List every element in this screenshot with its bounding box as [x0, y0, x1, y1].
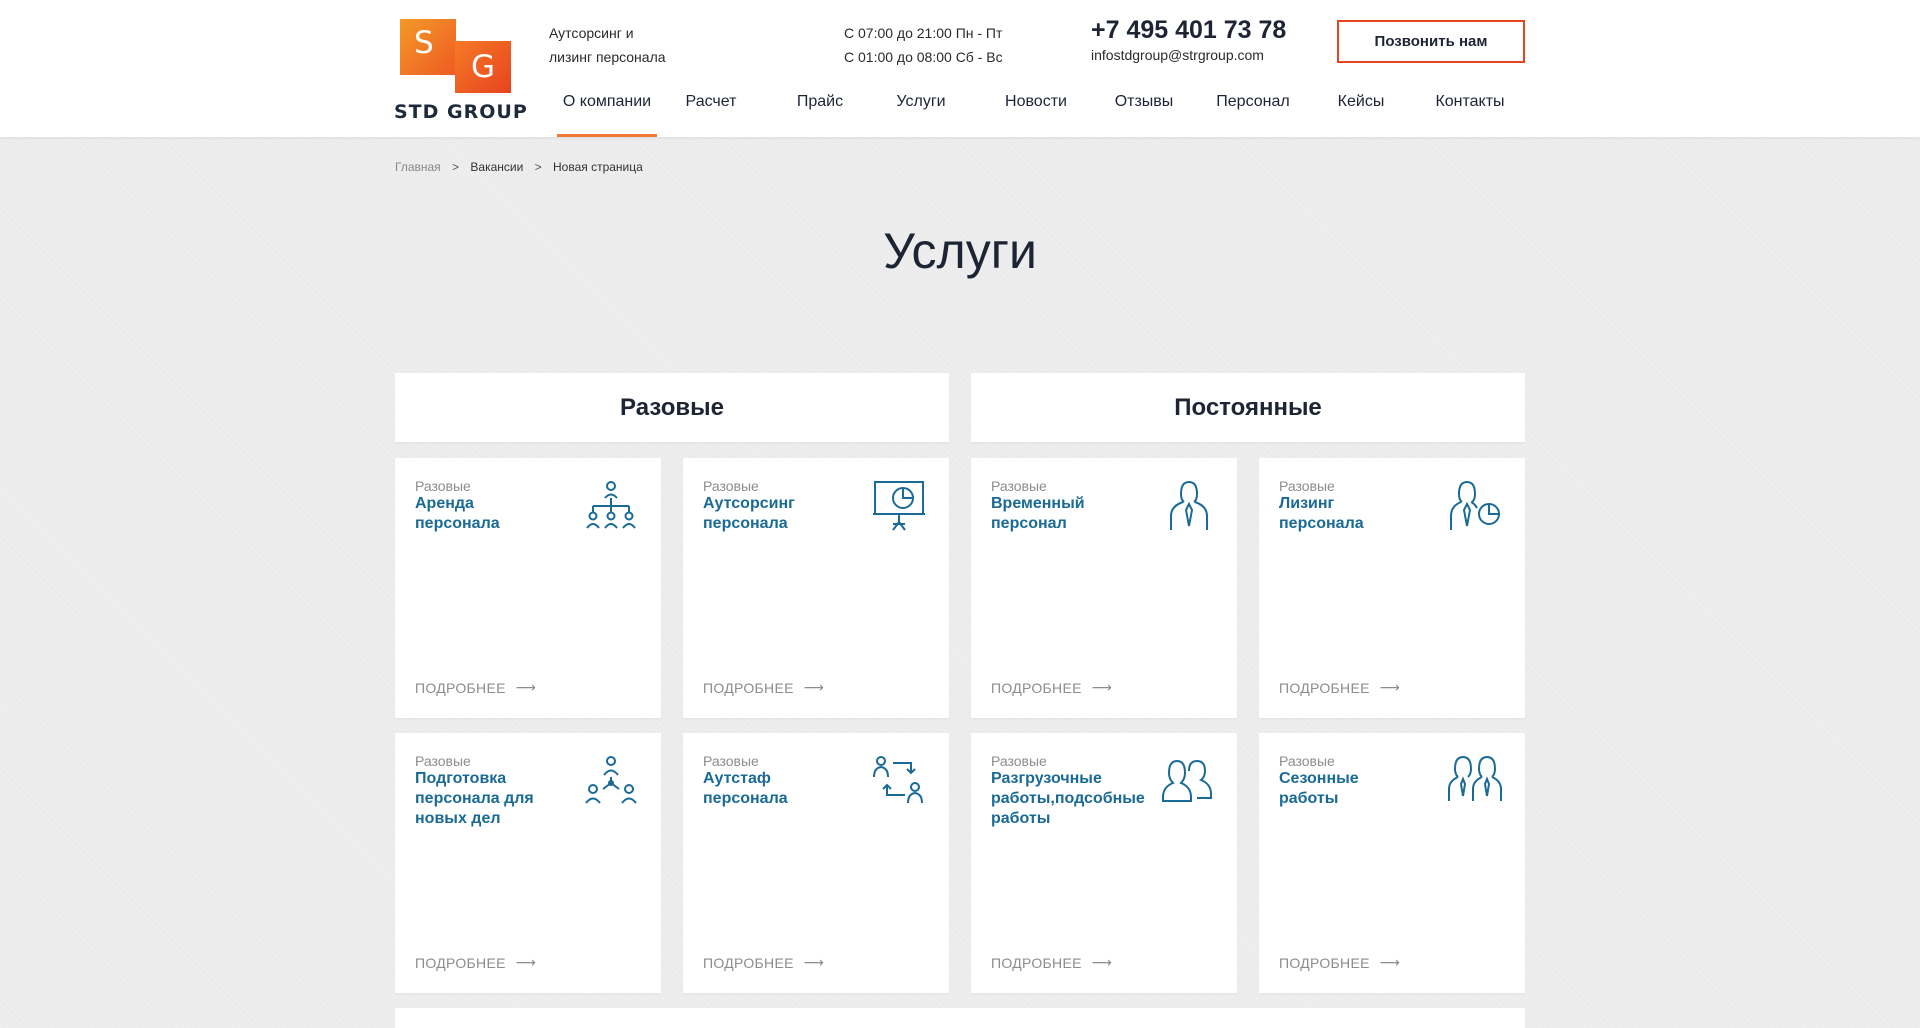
nav-item-calculation[interactable]: Расчет: [670, 86, 752, 137]
nav-item-news[interactable]: Новости: [996, 86, 1076, 137]
breadcrumb-separator: >: [452, 160, 460, 174]
card-title[interactable]: Разгрузочные работы,подсобные работы: [991, 769, 1161, 829]
card-title[interactable]: Аутстаф персонала: [703, 769, 843, 809]
service-card-rent[interactable]: Разовые Аренда персонала ПОДРОБНЕЕ ⟶: [395, 458, 661, 718]
two-people-icon: [1162, 759, 1212, 802]
card-category: Разовые: [703, 478, 759, 494]
card-category: Разовые: [1279, 478, 1335, 494]
card-title[interactable]: Сезонные работы: [1279, 769, 1419, 809]
breadcrumb: Главная > Вакансии > Новая страница: [395, 160, 643, 174]
nav-item-price[interactable]: Прайс: [779, 86, 861, 137]
nav-item-personnel[interactable]: Персонал: [1210, 86, 1296, 137]
nav-item-contacts[interactable]: Контакты: [1426, 86, 1514, 137]
arrow-right-icon: ⟶: [1091, 679, 1113, 695]
site-header: S G STD GROUP Аутсорсинг и лизинг персон…: [0, 0, 1920, 137]
card-title[interactable]: Временный персонал: [991, 494, 1131, 534]
service-card-training[interactable]: Разовые Подготовка персонала для новых д…: [395, 733, 661, 993]
more-link[interactable]: ПОДРОБНЕЕ ⟶: [703, 679, 824, 696]
arrow-right-icon: ⟶: [1091, 954, 1113, 970]
more-link[interactable]: ПОДРОБНЕЕ ⟶: [415, 954, 536, 971]
breadcrumb-vacancies[interactable]: Вакансии: [470, 160, 523, 174]
nav-item-cases[interactable]: Кейсы: [1322, 86, 1400, 137]
email-address[interactable]: infostdgroup@strgroup.com: [1091, 47, 1264, 63]
service-card-leasing[interactable]: Разовые Лизинг персонала ПОДРОБНЕЕ ⟶: [1259, 458, 1525, 718]
logo-square-s: S: [400, 19, 456, 75]
card-title[interactable]: Аренда персонала: [415, 494, 555, 534]
card-category: Разовые: [991, 478, 1047, 494]
card-title[interactable]: Подготовка персонала для новых дел: [415, 769, 555, 829]
working-hours: С 07:00 до 21:00 Пн - Пт С 01:00 до 08:0…: [844, 25, 1003, 65]
more-link[interactable]: ПОДРОБНЕЕ ⟶: [991, 954, 1112, 971]
breadcrumb-separator: >: [534, 160, 542, 174]
person-tie-icon: [1170, 480, 1208, 530]
nav-item-about[interactable]: О компании: [557, 86, 657, 137]
people-exchange-icon: [873, 756, 923, 804]
more-link[interactable]: ПОДРОБНЕЕ ⟶: [703, 954, 824, 971]
person-pie-chart-icon: [1450, 480, 1500, 530]
card-category: Разовые: [1279, 753, 1335, 769]
next-section-edge: [395, 1008, 1525, 1028]
card-category: Разовые: [415, 478, 471, 494]
service-card-unloading[interactable]: Разовые Разгрузочные работы,подсобные ра…: [971, 733, 1237, 993]
card-category: Разовые: [415, 753, 471, 769]
card-category: Разовые: [991, 753, 1047, 769]
card-title[interactable]: Аутсорсинг персонала: [703, 494, 843, 534]
phone-number[interactable]: +7 495 401 73 78: [1091, 16, 1286, 45]
page-title: Услуги: [883, 223, 1037, 279]
service-card-outsourcing[interactable]: Разовые Аутсорсинг персонала ПОДРОБНЕЕ ⟶: [683, 458, 949, 718]
team-network-icon: [585, 756, 637, 804]
more-link[interactable]: ПОДРОБНЕЕ ⟶: [1279, 679, 1400, 696]
column-header-oneoff[interactable]: Разовые: [395, 373, 949, 442]
presentation-board-icon: [873, 481, 925, 531]
nav-item-reviews[interactable]: Отзывы: [1104, 86, 1184, 137]
more-link[interactable]: ПОДРОБНЕЕ ⟶: [1279, 954, 1400, 971]
service-card-outstaff[interactable]: Разовые Аутстаф персонала ПОДРОБНЕЕ ⟶: [683, 733, 949, 993]
nav-item-services[interactable]: Услуги: [880, 86, 962, 137]
card-title[interactable]: Лизинг персонала: [1279, 494, 1419, 534]
card-category: Разовые: [703, 753, 759, 769]
service-card-seasonal[interactable]: Разовые Сезонные работы ПОДРОБНЕЕ ⟶: [1259, 733, 1525, 993]
org-chart-icon: [586, 481, 636, 529]
breadcrumb-current: Новая страница: [553, 160, 643, 174]
more-link[interactable]: ПОДРОБНЕЕ ⟶: [991, 679, 1112, 696]
service-card-temporary[interactable]: Разовые Временный персонал ПОДРОБНЕЕ ⟶: [971, 458, 1237, 718]
tagline: Аутсорсинг и лизинг персонала: [549, 25, 666, 65]
arrow-right-icon: ⟶: [803, 954, 825, 970]
arrow-right-icon: ⟶: [803, 679, 825, 695]
call-us-button[interactable]: Позвонить нам: [1337, 20, 1525, 63]
main-nav: О компании Расчет Прайс Услуги Новости О…: [0, 86, 1920, 137]
arrow-right-icon: ⟶: [1379, 954, 1401, 970]
column-header-permanent[interactable]: Постоянные: [971, 373, 1525, 442]
arrow-right-icon: ⟶: [515, 954, 537, 970]
business-pair-icon: [1448, 755, 1502, 801]
more-link[interactable]: ПОДРОБНЕЕ ⟶: [415, 679, 536, 696]
breadcrumb-home[interactable]: Главная: [395, 160, 441, 174]
arrow-right-icon: ⟶: [1379, 679, 1401, 695]
arrow-right-icon: ⟶: [515, 679, 537, 695]
